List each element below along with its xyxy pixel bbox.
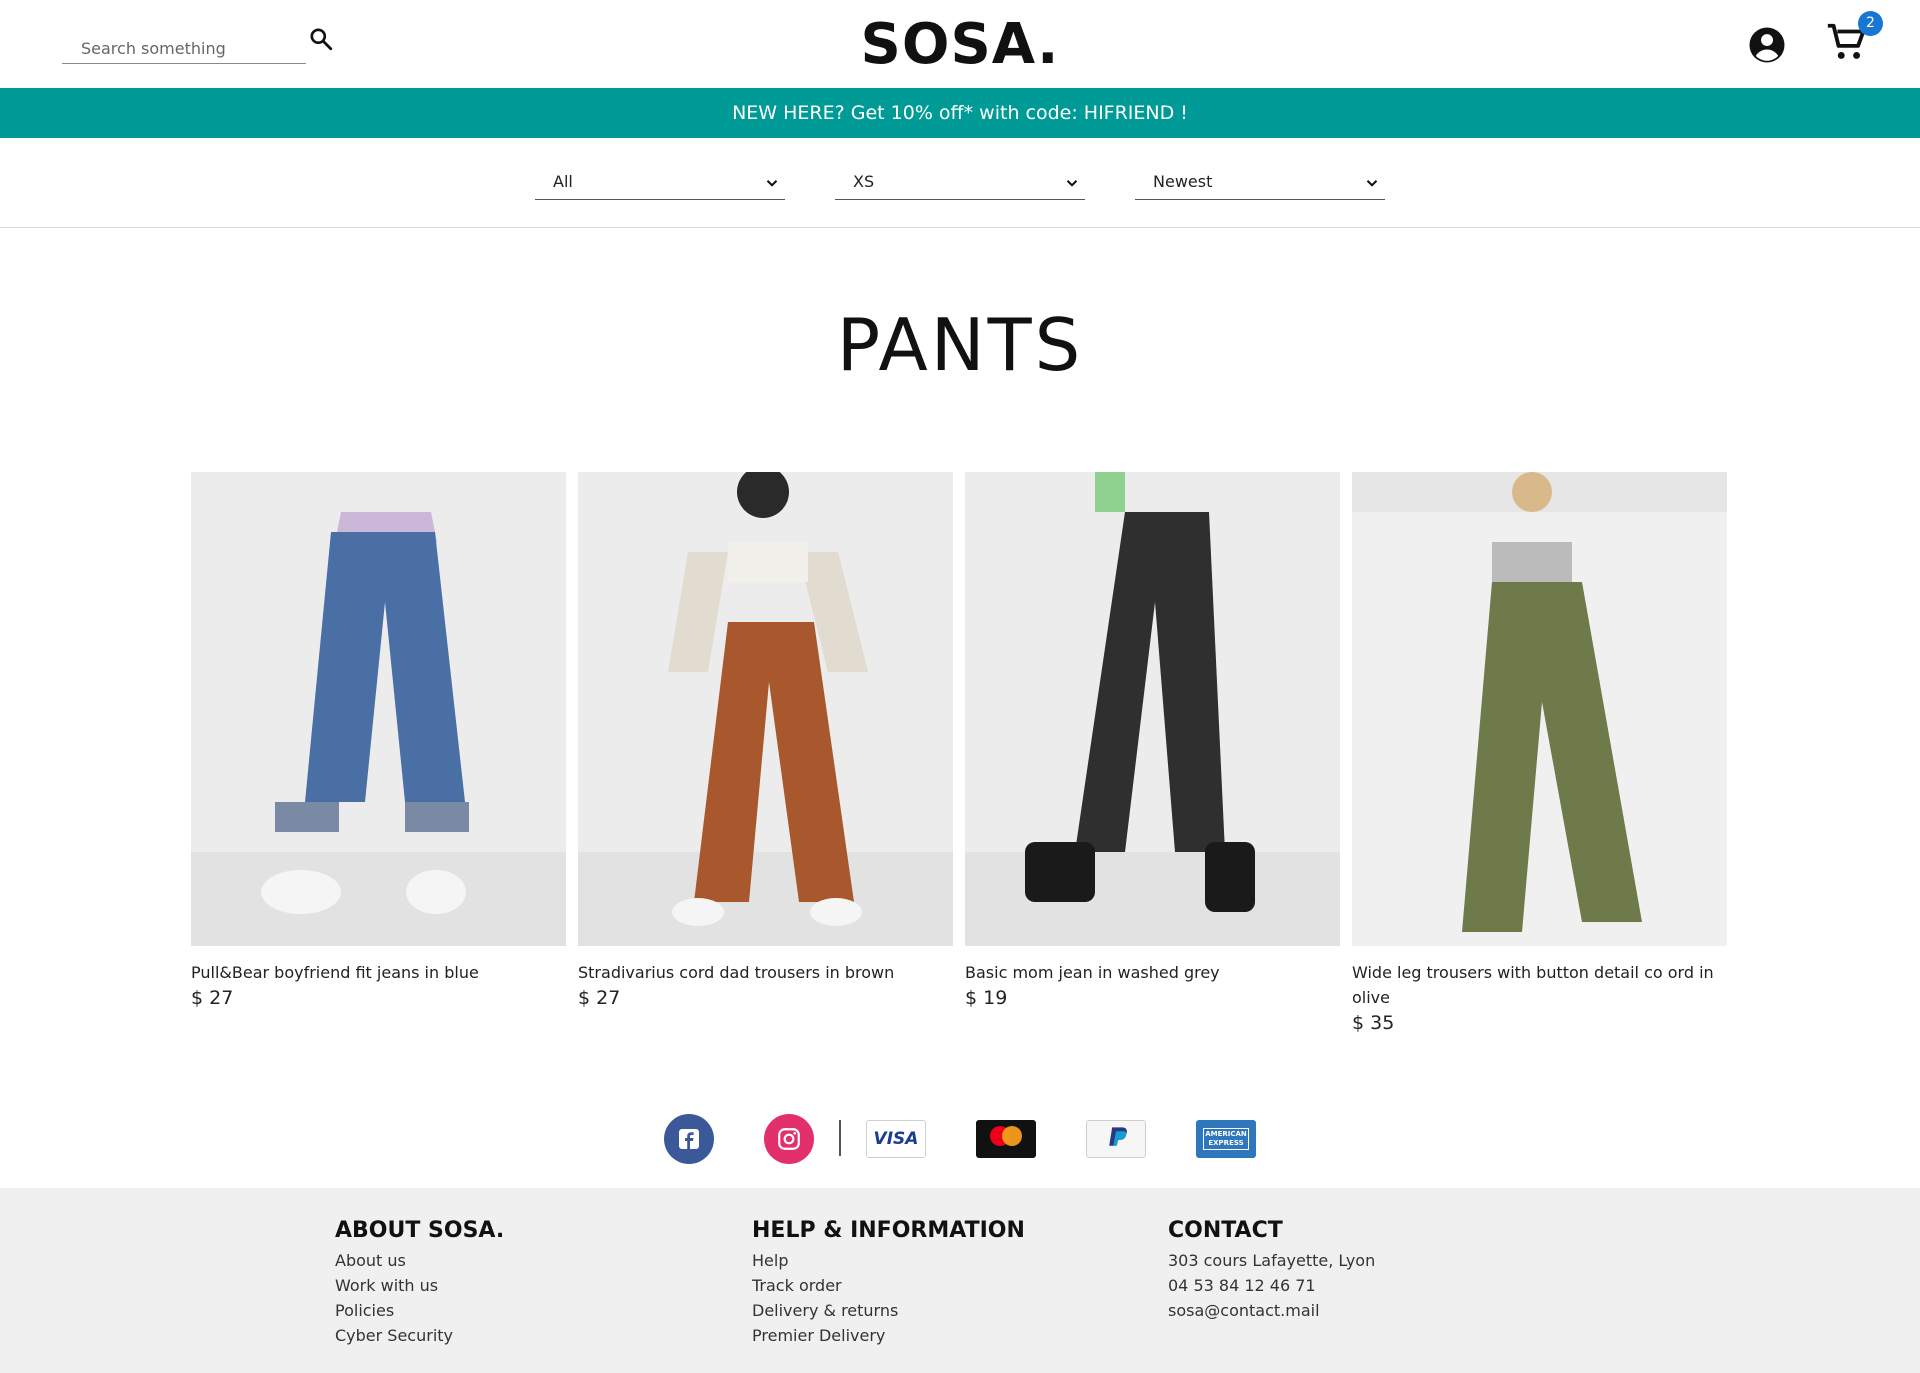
- search-button[interactable]: [306, 24, 336, 54]
- search-box: [62, 24, 306, 64]
- visa-label: VISA: [873, 1129, 919, 1149]
- product-name[interactable]: Stradivarius cord dad trousers in brown: [578, 960, 953, 985]
- product-price: $ 27: [191, 987, 234, 1009]
- footer-link-about-us[interactable]: About us: [335, 1248, 504, 1273]
- footer-link-help[interactable]: Help: [752, 1248, 1025, 1273]
- size-filter-select[interactable]: XS: [835, 164, 1085, 200]
- product-grid: Pull&Bear boyfriend fit jeans in blue $ …: [191, 472, 1729, 1052]
- category-filter-select[interactable]: All: [535, 164, 785, 200]
- product-image[interactable]: [965, 472, 1340, 946]
- footer-link-cyber-security[interactable]: Cyber Security: [335, 1323, 504, 1348]
- size-filter-value: XS: [853, 172, 875, 191]
- instagram-icon: [778, 1128, 800, 1150]
- account-circle-icon: [1749, 27, 1785, 63]
- paypal-badge: [1086, 1120, 1146, 1158]
- instagram-link[interactable]: [764, 1114, 814, 1164]
- product-name[interactable]: Pull&Bear boyfriend fit jeans in blue: [191, 960, 566, 985]
- sort-select[interactable]: Newest: [1135, 164, 1385, 200]
- product-card[interactable]: Pull&Bear boyfriend fit jeans in blue $ …: [191, 472, 566, 1009]
- footer-link-premier-delivery[interactable]: Premier Delivery: [752, 1323, 1025, 1348]
- account-button[interactable]: [1746, 24, 1788, 66]
- facebook-icon: [679, 1129, 699, 1149]
- footer-link-work-with-us[interactable]: Work with us: [335, 1273, 504, 1298]
- mastercard-icon: [990, 1126, 1022, 1146]
- footer-link-track-order[interactable]: Track order: [752, 1273, 1025, 1298]
- social-payment-row: VISA AMERICAN EXPRESS: [0, 1112, 1920, 1164]
- amex-label: AMERICAN EXPRESS: [1203, 1128, 1249, 1150]
- site-footer: ABOUT SOSA. About us Work with us Polici…: [0, 1188, 1920, 1373]
- promo-banner: NEW HERE? Get 10% off* with code: HIFRIE…: [0, 88, 1920, 138]
- footer-link-policies[interactable]: Policies: [335, 1298, 504, 1323]
- product-price: $ 27: [578, 987, 621, 1009]
- paypal-icon: [1109, 1127, 1127, 1146]
- facebook-link[interactable]: [664, 1114, 714, 1164]
- product-price: $ 19: [965, 987, 1008, 1009]
- product-image[interactable]: [191, 472, 566, 946]
- footer-link-delivery-returns[interactable]: Delivery & returns: [752, 1298, 1025, 1323]
- category-filter-value: All: [553, 172, 573, 191]
- contact-email[interactable]: sosa@contact.mail: [1168, 1298, 1375, 1323]
- amex-badge: AMERICAN EXPRESS: [1196, 1120, 1256, 1158]
- contact-address: 303 cours Lafayette, Lyon: [1168, 1251, 1376, 1270]
- product-name[interactable]: Basic mom jean in washed grey: [965, 960, 1340, 985]
- footer-about-column: ABOUT SOSA. About us Work with us Polici…: [335, 1216, 504, 1348]
- footer-help-heading: HELP & INFORMATION: [752, 1218, 1025, 1243]
- footer-about-heading: ABOUT SOSA.: [335, 1218, 505, 1243]
- product-card[interactable]: Stradivarius cord dad trousers in brown …: [578, 472, 953, 1009]
- page-title: PANTS: [836, 303, 1084, 387]
- filter-bar: All XS Newest: [0, 138, 1920, 228]
- product-name[interactable]: Wide leg trousers with button detail co …: [1352, 960, 1727, 1010]
- visa-badge: VISA: [866, 1120, 926, 1158]
- mastercard-badge: [976, 1120, 1036, 1158]
- search-icon: [310, 28, 333, 51]
- divider: [839, 1120, 841, 1156]
- product-image[interactable]: [1352, 472, 1727, 946]
- product-price: $ 35: [1352, 1012, 1395, 1034]
- product-card[interactable]: Basic mom jean in washed grey $ 19: [965, 472, 1340, 1009]
- site-header: SOSA. 2: [0, 0, 1920, 88]
- chevron-down-icon: [1066, 180, 1078, 187]
- footer-help-column: HELP & INFORMATION Help Track order Deli…: [752, 1216, 1025, 1348]
- chevron-down-icon: [766, 180, 778, 187]
- product-image[interactable]: [578, 472, 953, 946]
- product-card[interactable]: Wide leg trousers with button detail co …: [1352, 472, 1727, 1034]
- search-input[interactable]: [62, 24, 306, 63]
- footer-contact-column: CONTACT 303 cours Lafayette, Lyon 04 53 …: [1168, 1216, 1375, 1323]
- sort-value: Newest: [1153, 172, 1213, 191]
- contact-phone[interactable]: 04 53 84 12 46 71: [1168, 1273, 1375, 1298]
- chevron-down-icon: [1366, 180, 1378, 187]
- footer-contact-heading: CONTACT: [1168, 1218, 1283, 1243]
- cart-count-badge: 2: [1858, 11, 1883, 36]
